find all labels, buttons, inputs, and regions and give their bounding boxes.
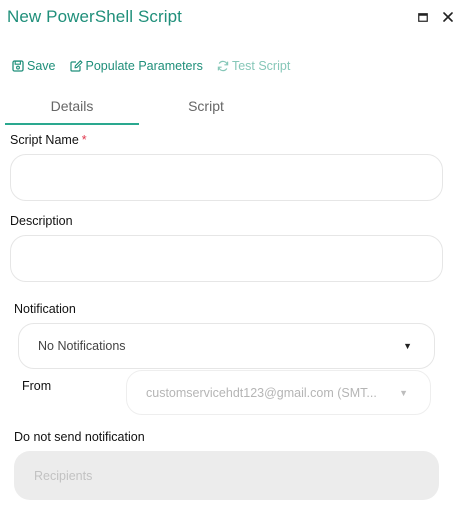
close-icon[interactable] [441, 10, 455, 24]
from-label: From [22, 379, 52, 393]
script-name-label-text: Script Name [10, 133, 79, 147]
title-bar: New PowerShell Script [0, 0, 462, 36]
recipients-input[interactable] [14, 451, 439, 500]
notification-label: Notification [14, 302, 76, 316]
window-title: New PowerShell Script [7, 7, 182, 26]
tab-details[interactable]: Details [5, 92, 139, 126]
description-input[interactable] [11, 236, 442, 281]
populate-parameters-label: Populate Parameters [85, 59, 203, 73]
from-select[interactable]: customservicehdt123@gmail.com (SMT... ▼ [126, 370, 431, 415]
script-name-field [10, 154, 443, 201]
tab-script[interactable]: Script [139, 92, 273, 126]
save-button[interactable]: Save [12, 59, 56, 73]
active-tab-indicator [5, 123, 139, 125]
script-name-label: Script Name * [10, 133, 87, 147]
refresh-icon [217, 60, 229, 72]
toolbar: Save Populate Parameters Test Script [12, 58, 304, 74]
populate-parameters-button[interactable]: Populate Parameters [69, 59, 203, 73]
notification-selected-value: No Notifications [38, 339, 126, 353]
maximize-icon[interactable] [416, 10, 430, 24]
do-not-send-notification-label: Do not send notification [14, 430, 145, 444]
script-name-input[interactable] [11, 155, 442, 200]
description-field [10, 235, 443, 282]
required-asterisk: * [81, 133, 87, 147]
recipients-field [14, 451, 439, 500]
edit-icon [69, 60, 83, 72]
notification-select[interactable]: No Notifications ▼ [18, 323, 435, 369]
description-label: Description [10, 214, 73, 228]
save-icon [12, 60, 24, 72]
tab-bar: Details Script [5, 92, 273, 126]
save-label: Save [27, 59, 56, 73]
test-script-label: Test Script [231, 59, 291, 73]
dropdown-caret-icon: ▼ [403, 341, 412, 351]
test-script-button[interactable]: Test Script [217, 59, 290, 73]
from-selected-value: customservicehdt123@gmail.com (SMT... [146, 385, 377, 400]
dropdown-caret-icon: ▼ [399, 387, 408, 398]
